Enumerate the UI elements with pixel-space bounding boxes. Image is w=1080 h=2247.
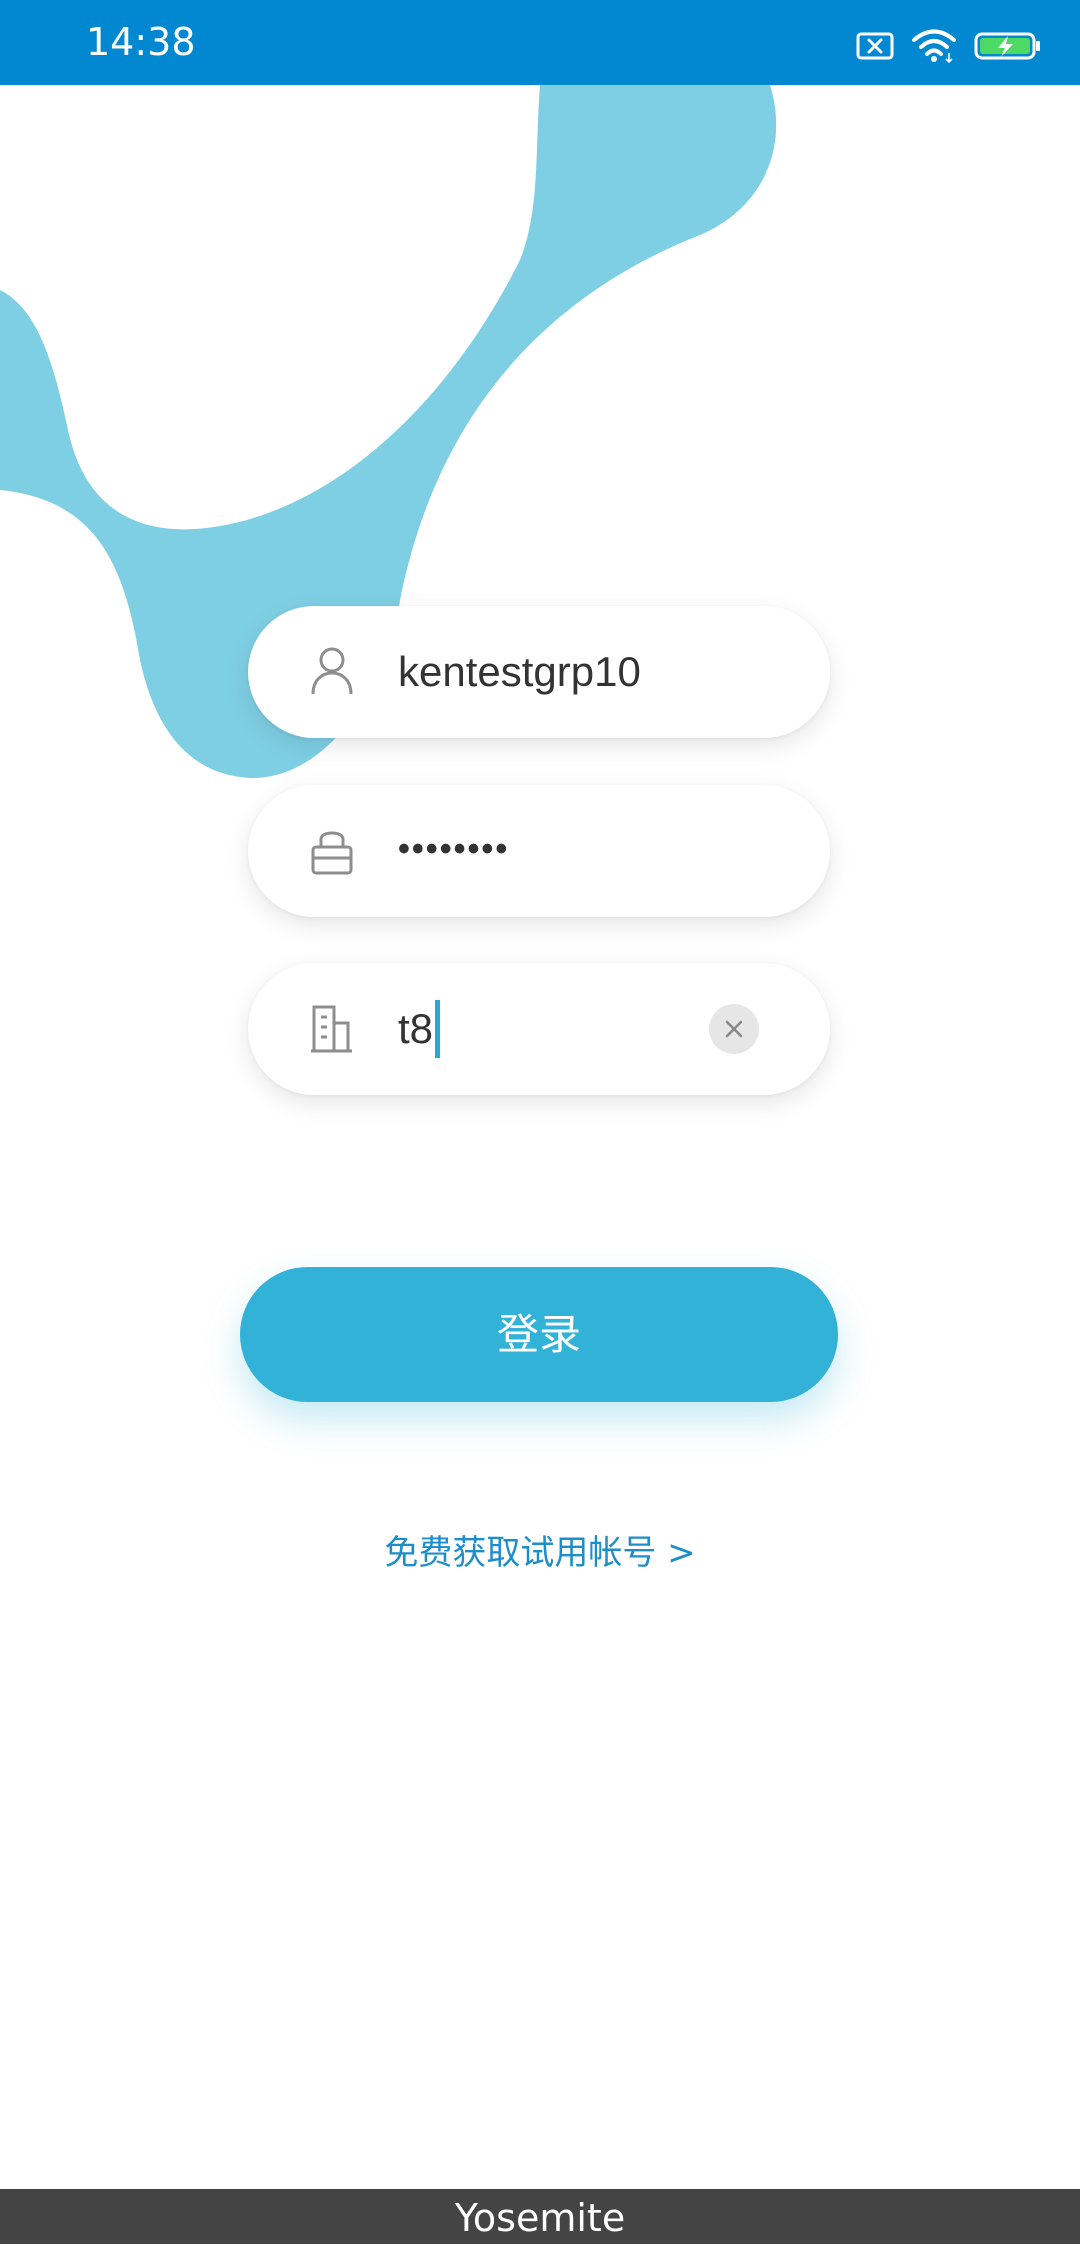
status-icons — [856, 26, 1042, 66]
status-bar: 14:38 — [0, 0, 1080, 85]
login-button[interactable]: 登录 — [240, 1267, 838, 1402]
company-text: t8 — [398, 1005, 434, 1052]
username-field[interactable]: kentestgrp10 — [248, 606, 830, 738]
sim-error-icon — [856, 32, 894, 60]
status-time: 14:38 — [86, 20, 196, 64]
username-value: kentestgrp10 — [398, 648, 641, 695]
bottom-bar: Yosemite — [0, 2189, 1080, 2244]
password-value: •••••••• — [398, 830, 510, 868]
user-icon — [311, 647, 353, 695]
text-caret — [435, 999, 441, 1058]
lock-icon — [311, 831, 353, 875]
free-trial-link[interactable]: 免费获取试用帐号 > — [0, 1525, 1080, 1574]
clear-company-button[interactable] — [709, 1004, 759, 1054]
company-value: t8 — [398, 963, 441, 1095]
wifi-icon — [912, 29, 956, 63]
password-field[interactable]: •••••••• — [248, 785, 830, 917]
close-icon — [725, 1020, 743, 1038]
company-field[interactable]: t8 — [248, 963, 830, 1095]
building-icon — [311, 1005, 352, 1053]
battery-charging-icon — [974, 32, 1040, 60]
